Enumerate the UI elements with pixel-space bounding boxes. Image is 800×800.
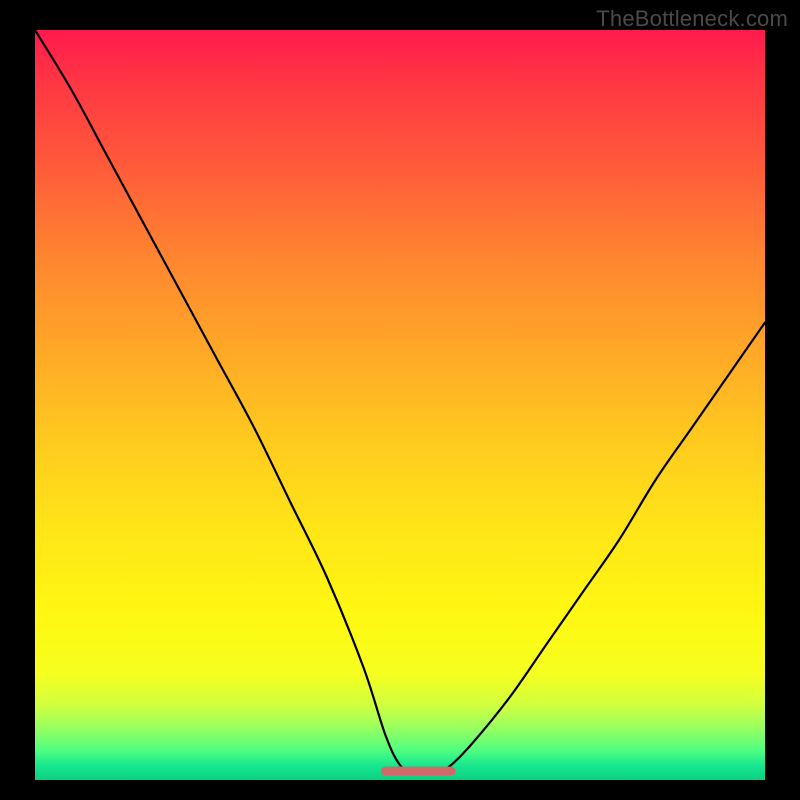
chart-frame: TheBottleneck.com <box>0 0 800 800</box>
bottleneck-curve-path <box>35 30 765 773</box>
bottleneck-curve-svg <box>35 30 765 780</box>
watermark-text: TheBottleneck.com <box>596 6 788 32</box>
plot-area <box>35 30 765 780</box>
